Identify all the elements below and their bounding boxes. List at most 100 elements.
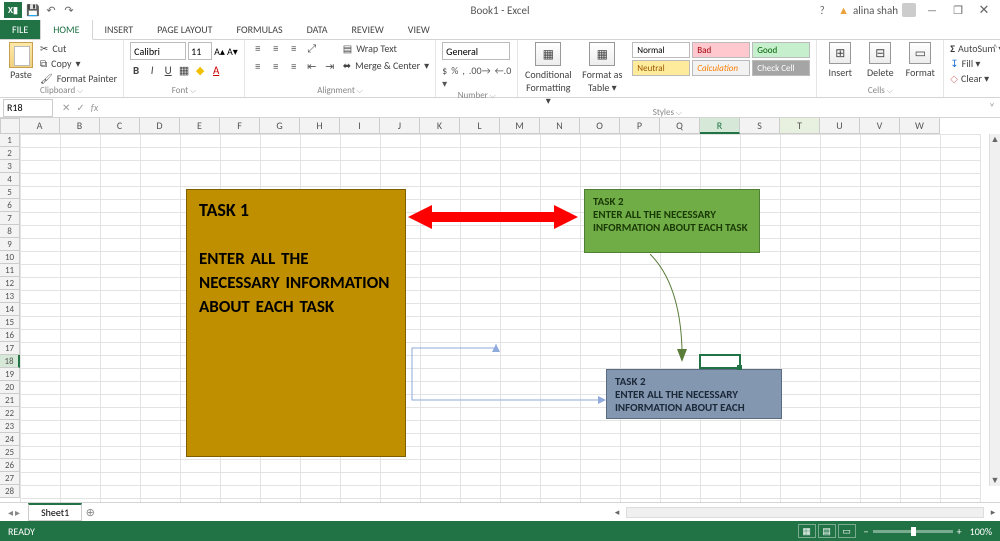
accounting-button[interactable]: $ ▾	[442, 64, 447, 90]
insert-cells-button[interactable]: ⊞Insert	[823, 42, 857, 79]
row-header-12[interactable]: 12	[0, 277, 20, 290]
conditional-formatting-button[interactable]: ▦Conditional Formatting ▾	[524, 42, 572, 107]
bold-button[interactable]: B	[130, 64, 142, 77]
italic-button[interactable]: I	[146, 64, 158, 77]
tab-file[interactable]: FILE	[0, 20, 40, 39]
col-header-U[interactable]: U	[820, 118, 860, 134]
col-header-M[interactable]: M	[500, 118, 540, 134]
view-pagebreak-icon[interactable]: ▭	[838, 524, 856, 538]
row-header-23[interactable]: 23	[0, 420, 20, 433]
undo-icon[interactable]: ↶	[44, 3, 58, 17]
redo-icon[interactable]: ↷	[62, 3, 76, 17]
select-all-corner[interactable]	[0, 118, 20, 134]
style-calculation[interactable]: Calculation	[692, 60, 750, 76]
col-header-V[interactable]: V	[860, 118, 900, 134]
active-cell[interactable]	[700, 355, 740, 368]
percent-button[interactable]: %	[451, 64, 458, 90]
col-header-G[interactable]: G	[260, 118, 300, 134]
col-header-B[interactable]: B	[60, 118, 100, 134]
fx-icon[interactable]: fx	[91, 101, 98, 114]
view-layout-icon[interactable]: ▤	[818, 524, 836, 538]
cut-button[interactable]: Cut	[40, 42, 117, 55]
wrap-text-button[interactable]: ▤ Wrap Text	[343, 42, 429, 55]
col-header-O[interactable]: O	[580, 118, 620, 134]
col-header-F[interactable]: F	[220, 118, 260, 134]
row-header-25[interactable]: 25	[0, 446, 20, 459]
zoom-out-icon[interactable]: −	[864, 525, 869, 538]
delete-cells-button[interactable]: ⊟Delete	[863, 42, 897, 79]
row-header-19[interactable]: 19	[0, 368, 20, 381]
number-format-select[interactable]	[442, 42, 510, 60]
elbow-arrow-blue[interactable]	[408, 344, 606, 404]
row-header-8[interactable]: 8	[0, 225, 20, 238]
row-header-26[interactable]: 26	[0, 459, 20, 472]
format-cells-button[interactable]: ▭Format	[903, 42, 937, 79]
row-header-21[interactable]: 21	[0, 394, 20, 407]
row-header-14[interactable]: 14	[0, 303, 20, 316]
copy-button[interactable]: Copy ▾	[40, 57, 117, 70]
col-header-C[interactable]: C	[100, 118, 140, 134]
row-header-15[interactable]: 15	[0, 316, 20, 329]
sheet-nav-next-icon[interactable]: ▸	[15, 506, 20, 519]
double-arrow-connector[interactable]	[408, 203, 578, 231]
text-box-task2-blue[interactable]: TASK 2 ENTER ALL THE NECESSARY INFORMATI…	[606, 369, 782, 419]
style-good[interactable]: Good	[752, 42, 810, 58]
sheet-tab-sheet1[interactable]: Sheet1	[28, 503, 82, 521]
worksheet-grid[interactable]: ABCDEFGHIJKLMNOPQRSTUVW 1234567891011121…	[0, 118, 1000, 502]
orientation-icon[interactable]: ⤢	[305, 42, 319, 56]
row-header-18[interactable]: 18	[0, 355, 20, 368]
format-painter-button[interactable]: Format Painter	[40, 72, 117, 85]
col-header-R[interactable]: R	[700, 118, 740, 134]
grow-font-icon[interactable]: A▴	[214, 45, 225, 58]
paste-button[interactable]: Paste	[6, 42, 36, 85]
row-header-16[interactable]: 16	[0, 329, 20, 342]
inc-decimal-button[interactable]: .00→	[469, 64, 491, 90]
col-header-N[interactable]: N	[540, 118, 580, 134]
align-center-icon[interactable]: ≡	[269, 60, 283, 73]
row-header-5[interactable]: 5	[0, 186, 20, 199]
row-header-3[interactable]: 3	[0, 160, 20, 173]
font-color-button[interactable]: A	[210, 64, 222, 77]
format-as-table-button[interactable]: ▦Format as Table ▾	[578, 42, 626, 94]
row-header-28[interactable]: 28	[0, 485, 20, 498]
tab-review[interactable]: REVIEW	[339, 20, 395, 39]
style-check-cell[interactable]: Check Cell	[752, 60, 810, 76]
comma-button[interactable]: ,	[462, 64, 465, 90]
sheet-nav-prev-icon[interactable]: ◂	[8, 506, 13, 519]
row-header-13[interactable]: 13	[0, 290, 20, 303]
col-header-P[interactable]: P	[620, 118, 660, 134]
row-header-6[interactable]: 6	[0, 199, 20, 212]
col-header-T[interactable]: T	[780, 118, 820, 134]
restore-icon[interactable]: ❐	[948, 4, 968, 17]
col-header-K[interactable]: K	[420, 118, 460, 134]
row-header-9[interactable]: 9	[0, 238, 20, 251]
cancel-formula-icon[interactable]: ✕	[62, 101, 70, 114]
text-box-task2-green[interactable]: TASK 2 ENTER ALL THE NECESSARY INFORMATI…	[584, 189, 760, 253]
vertical-scrollbar[interactable]: ▲ ▼	[989, 134, 1000, 486]
collapse-ribbon-icon[interactable]: ˄	[992, 42, 998, 55]
col-header-A[interactable]: A	[20, 118, 60, 134]
zoom-level[interactable]: 100%	[970, 525, 992, 538]
col-header-J[interactable]: J	[380, 118, 420, 134]
tab-page-layout[interactable]: PAGE LAYOUT	[145, 20, 224, 39]
indent-inc-icon[interactable]: ⇥	[323, 60, 337, 73]
zoom-in-icon[interactable]: +	[957, 525, 962, 538]
cell-styles-gallery[interactable]: Normal Bad Good Neutral Calculation Chec…	[632, 42, 810, 76]
fill-color-button[interactable]: ◆	[194, 64, 206, 77]
tab-data[interactable]: DATA	[295, 20, 340, 39]
col-header-W[interactable]: W	[900, 118, 940, 134]
indent-dec-icon[interactable]: ⇤	[305, 60, 319, 73]
col-header-I[interactable]: I	[340, 118, 380, 134]
style-neutral[interactable]: Neutral	[632, 60, 690, 76]
row-header-4[interactable]: 4	[0, 173, 20, 186]
font-size-input[interactable]	[188, 42, 212, 60]
horizontal-scrollbar[interactable]: ◂▸	[610, 504, 1000, 521]
border-button[interactable]: ▦	[178, 64, 190, 77]
new-sheet-button[interactable]: ⊕	[82, 506, 98, 519]
align-right-icon[interactable]: ≡	[287, 60, 301, 73]
text-box-task1[interactable]: TASK 1 ENTER ALL THE NECESSARY INFORMATI…	[186, 189, 406, 457]
align-bottom-icon[interactable]: ≡	[287, 42, 301, 56]
curved-arrow-green[interactable]	[620, 254, 710, 364]
col-header-D[interactable]: D	[140, 118, 180, 134]
name-box[interactable]	[3, 99, 53, 117]
